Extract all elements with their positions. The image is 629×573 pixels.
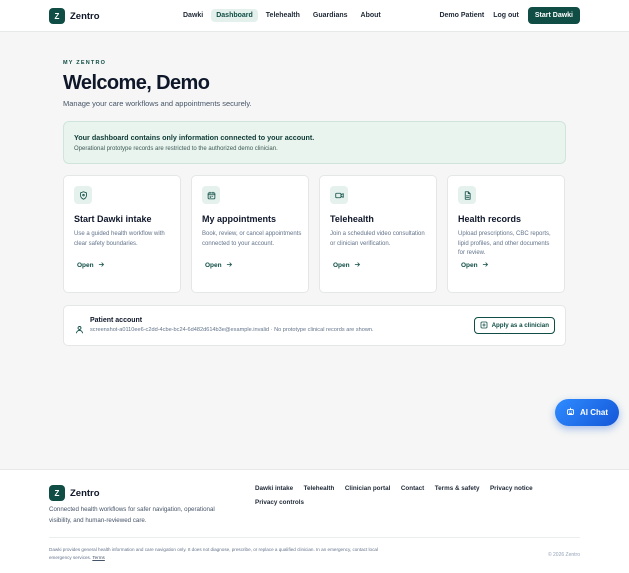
apply-clinician-label: Apply as a clinician (491, 322, 549, 329)
apply-clinician-button[interactable]: Apply as a clinician (473, 317, 555, 334)
logo-mark: Z (49, 8, 65, 24)
banner-text: Operational prototype records are restri… (74, 146, 278, 152)
nav-telehealth[interactable]: Telehealth (261, 9, 305, 22)
card-open-link[interactable]: Open (205, 261, 233, 270)
footer-logo[interactable]: Z Zentro (49, 485, 100, 501)
shield-icon (74, 186, 92, 204)
open-label: Open (77, 262, 94, 269)
document-icon (458, 186, 476, 204)
brand-logo[interactable]: Z Zentro (49, 8, 100, 24)
robot-icon (566, 407, 575, 418)
footer-link-terms-safety[interactable]: Terms & safety (435, 485, 480, 492)
arrow-right-icon (354, 261, 361, 270)
card-title: My appointments (202, 214, 277, 224)
header-actions: Demo Patient Log out Start Dawki (439, 7, 580, 24)
footer-brand-name: Zentro (70, 487, 100, 499)
nav-dashboard[interactable]: Dashboard (211, 9, 258, 22)
brand-name: Zentro (70, 10, 100, 22)
nav-about[interactable]: About (356, 9, 386, 22)
open-label: Open (333, 262, 350, 269)
page-title: Welcome, Demo (63, 72, 210, 94)
ai-chat-button[interactable]: AI Chat (555, 399, 619, 426)
card-appointments[interactable]: My appointments Book, review, or cancel … (191, 175, 309, 293)
open-label: Open (205, 262, 222, 269)
terms-link[interactable]: Terms (92, 555, 105, 560)
card-open-link[interactable]: Open (461, 261, 489, 270)
footer-link-privacy-notice[interactable]: Privacy notice (490, 485, 533, 492)
logout-link[interactable]: Log out (493, 12, 519, 19)
card-description: Upload prescriptions, CBC reports, lipid… (458, 231, 551, 257)
card-title: Start Dawki intake (74, 214, 152, 224)
card-open-link[interactable]: Open (333, 261, 361, 270)
footer-link-privacy-controls[interactable]: Privacy controls (255, 499, 304, 506)
footer-link-clinician-portal[interactable]: Clinician portal (345, 485, 390, 492)
ai-chat-label: AI Chat (580, 408, 608, 417)
start-dawki-button[interactable]: Start Dawki (527, 7, 580, 24)
card-health-records[interactable]: Health records Upload prescriptions, CBC… (447, 175, 565, 293)
logo-mark: Z (49, 485, 65, 501)
account-title: Patient account (90, 317, 143, 324)
card-open-link[interactable]: Open (77, 261, 105, 270)
arrow-right-icon (482, 261, 489, 270)
info-banner: Your dashboard contains only information… (63, 121, 566, 164)
video-icon (330, 186, 348, 204)
banner-title: Your dashboard contains only information… (74, 133, 315, 142)
footer-links: Dawki intake Telehealth Clinician portal… (255, 485, 545, 506)
copyright: © 2026 Zentro (547, 552, 580, 558)
footer-link-dawki-intake[interactable]: Dawki intake (255, 485, 293, 492)
account-meta: screenshot-a0110ee6-c2dd-4cbe-bc24-6d482… (90, 327, 374, 333)
user-name-link[interactable]: Demo Patient (439, 12, 484, 19)
card-description: Book, review, or cancel appointments con… (202, 231, 302, 247)
patient-account-panel: Patient account screenshot-a0110ee6-c2dd… (63, 305, 566, 346)
card-dawki-intake[interactable]: Start Dawki intake Use a guided health w… (63, 175, 181, 293)
footer-link-telehealth[interactable]: Telehealth (304, 485, 335, 492)
nav-guardians[interactable]: Guardians (308, 9, 353, 22)
card-description: Join a scheduled video consultation or c… (330, 231, 425, 247)
main-nav: Dawki Dashboard Telehealth Guardians Abo… (178, 9, 386, 22)
footer-divider (49, 537, 580, 538)
open-label: Open (461, 262, 478, 269)
page-eyebrow: MY ZENTRO (63, 60, 107, 66)
footer-disclaimer: Dawki provides general health informatio… (49, 546, 379, 562)
card-description: Use a guided health workflow with clear … (74, 231, 165, 247)
card-telehealth[interactable]: Telehealth Join a scheduled video consul… (319, 175, 437, 293)
top-header: Z Zentro Dawki Dashboard Telehealth Guar… (0, 0, 629, 32)
arrow-right-icon (226, 261, 233, 270)
page-subtitle: Manage your care workflows and appointme… (63, 99, 252, 108)
site-footer: Z Zentro Connected health workflows for … (0, 469, 629, 573)
user-icon (75, 321, 84, 339)
arrow-right-icon (98, 261, 105, 270)
footer-tagline: Connected health workflows for safer nav… (49, 506, 215, 524)
card-title: Telehealth (330, 214, 374, 224)
nav-dawki[interactable]: Dawki (178, 9, 208, 22)
plus-square-icon (480, 321, 488, 331)
card-title: Health records (458, 214, 522, 224)
calendar-icon (202, 186, 220, 204)
footer-link-contact[interactable]: Contact (401, 485, 424, 492)
